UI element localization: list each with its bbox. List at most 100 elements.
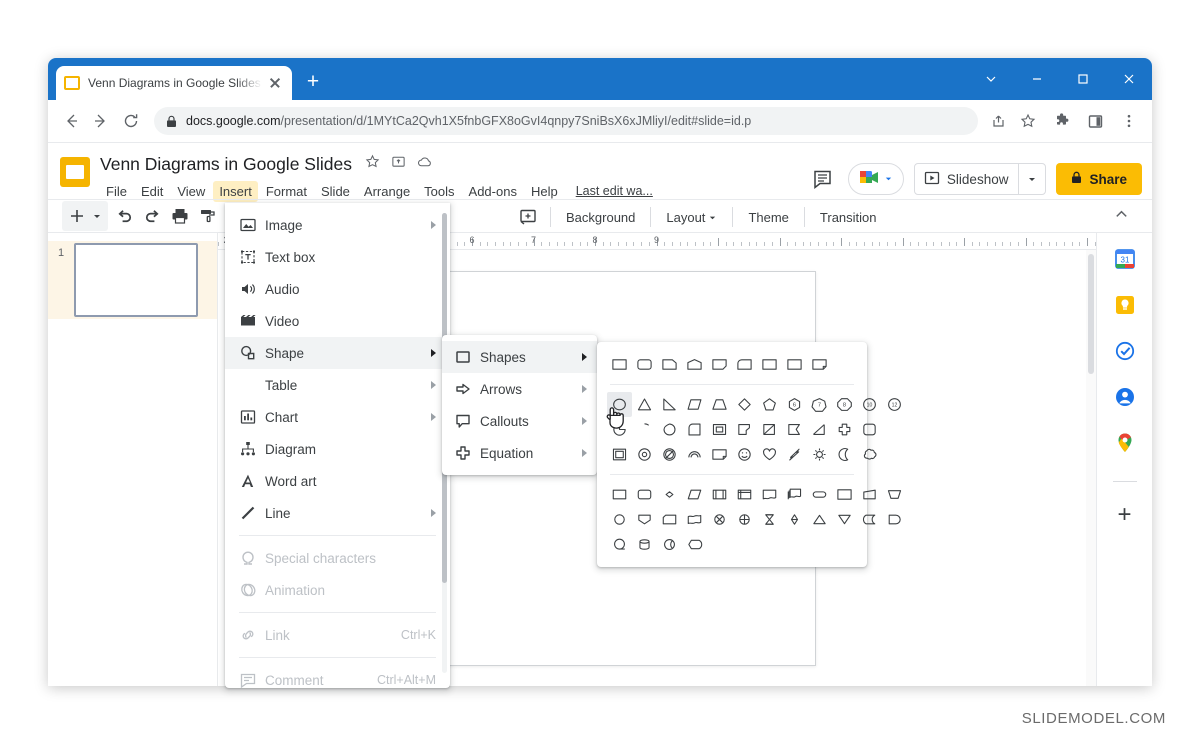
shape-parallelogram-icon[interactable] (682, 392, 707, 417)
shape-flowchart-process-icon[interactable] (607, 482, 632, 507)
shape-flowchart-sequential-access-storage-icon[interactable] (607, 532, 632, 557)
star-icon[interactable] (1014, 107, 1042, 135)
maximize-icon[interactable] (1060, 58, 1106, 100)
shape-diagonal-stripe-icon[interactable] (757, 417, 782, 442)
shape-trapezoid-icon[interactable] (707, 392, 732, 417)
close-icon[interactable] (1106, 58, 1152, 100)
shape-flowchart-sort-icon[interactable] (782, 507, 807, 532)
shape-submenu-item-shapes[interactable]: Shapes (442, 341, 597, 373)
shape-flowchart-display-icon[interactable] (682, 532, 707, 557)
shape-flowchart-magnetic-disk-icon[interactable] (632, 532, 657, 557)
shape-flowchart-direct-access-storage-icon[interactable] (657, 532, 682, 557)
browser-tab[interactable]: Venn Diagrams in Google Slides (56, 66, 292, 100)
shape-flowchart-preparation-icon[interactable] (782, 352, 807, 377)
comment-history-icon[interactable] (812, 168, 834, 190)
shape-plaque-icon[interactable] (807, 417, 832, 442)
shape-chord-icon[interactable] (632, 417, 657, 442)
theme-button[interactable]: Theme (743, 207, 793, 228)
insert-menu-item-shape[interactable]: Shape (225, 337, 450, 369)
shape-lightning-bolt-icon[interactable] (782, 442, 807, 467)
shape-hexagon-icon[interactable]: 6 (782, 392, 807, 417)
shape-flowchart-preparation-icon[interactable] (832, 482, 857, 507)
address-bar[interactable]: docs.google.com/presentation/d/1MYtCa2Qv… (154, 107, 978, 135)
share-button[interactable]: Share (1056, 163, 1142, 195)
shape-no-symbol-icon[interactable] (657, 442, 682, 467)
shape-folded-corner-icon[interactable] (707, 442, 732, 467)
cloud-saved-icon[interactable] (417, 154, 433, 174)
shape-triangle-icon[interactable] (632, 392, 657, 417)
shape-flowchart-or-icon[interactable] (732, 507, 757, 532)
insert-menu-item-audio[interactable]: Audio (225, 273, 450, 305)
shape-submenu-item-arrows[interactable]: Arrows (442, 373, 597, 405)
insert-menu-item-image[interactable]: Image (225, 209, 450, 241)
insert-menu-item-video[interactable]: Video (225, 305, 450, 337)
shape-snip-single-corner-rectangle-icon[interactable] (657, 352, 682, 377)
shape-flowchart-card-icon[interactable] (657, 507, 682, 532)
shape-flowchart-extract-icon[interactable] (807, 507, 832, 532)
insert-menu-item-chart[interactable]: Chart (225, 401, 450, 433)
shape-flowchart-off-page-connector-icon[interactable] (632, 507, 657, 532)
shape-flowchart-multidocument-icon[interactable] (782, 482, 807, 507)
redo-icon[interactable] (140, 204, 164, 228)
new-slide-button[interactable] (62, 201, 108, 231)
shape-sun-icon[interactable] (807, 442, 832, 467)
shape-donut-icon[interactable] (632, 442, 657, 467)
shape-round-single-corner-rectangle-icon[interactable] (732, 352, 757, 377)
shape-frame-icon[interactable] (682, 417, 707, 442)
chevron-down-icon[interactable] (968, 58, 1014, 100)
shape-flowchart-punched-tape-icon[interactable] (682, 507, 707, 532)
shape-flowchart-merge-icon[interactable] (832, 507, 857, 532)
shape-block-arc-icon[interactable] (682, 442, 707, 467)
shape-snip-diagonal-corner-rectangle-icon[interactable] (707, 352, 732, 377)
minimize-icon[interactable] (1014, 58, 1060, 100)
close-icon[interactable] (266, 74, 284, 92)
google-keep-icon[interactable] (1113, 293, 1137, 317)
shape-flowchart-collate-icon[interactable] (757, 507, 782, 532)
shape-flowchart-connector-icon[interactable] (607, 507, 632, 532)
shape-rectangle-icon[interactable] (607, 352, 632, 377)
shape-cloud-icon[interactable] (857, 442, 882, 467)
insert-menu-item-text-box[interactable]: Text box (225, 241, 450, 273)
shape-moon-icon[interactable] (832, 442, 857, 467)
shape-submenu-item-equation[interactable]: Equation (442, 437, 597, 469)
layout-button[interactable]: Layout (661, 207, 722, 228)
shape-flowchart-predefined-process-icon[interactable] (707, 482, 732, 507)
shape-pentagon-home-icon[interactable] (682, 352, 707, 377)
transition-button[interactable]: Transition (815, 207, 882, 228)
document-title[interactable]: Venn Diagrams in Google Slides (100, 154, 352, 175)
canvas-scrollbar[interactable] (1086, 250, 1096, 686)
share-icon[interactable] (984, 107, 1012, 135)
shape-l-shape-icon[interactable] (732, 417, 757, 442)
filmstrip-slide-1[interactable]: 1 (48, 241, 217, 319)
star-icon[interactable] (365, 154, 380, 174)
google-meet-button[interactable] (847, 163, 904, 195)
shape-flowchart-manual-input-icon[interactable] (857, 482, 882, 507)
more-menu-icon[interactable] (1114, 106, 1144, 136)
shape-teardrop-icon[interactable] (657, 417, 682, 442)
last-edit-link[interactable]: Last edit wa... (576, 184, 653, 198)
slideshow-button[interactable]: Slideshow (913, 163, 1047, 195)
undo-icon[interactable] (112, 204, 136, 228)
shape-octagon-icon[interactable]: 8 (832, 392, 857, 417)
shape-decagon-icon[interactable]: 10 (857, 392, 882, 417)
forward-arrow-icon[interactable] (86, 106, 116, 136)
shape-pie-icon[interactable] (607, 417, 632, 442)
shape-heart-icon[interactable] (757, 442, 782, 467)
shape-can-icon[interactable] (832, 417, 857, 442)
shape-folded-corner-icon[interactable] (807, 352, 832, 377)
shape-rounded-rectangle-icon[interactable] (632, 352, 657, 377)
shape-heptagon-icon[interactable]: 7 (807, 392, 832, 417)
side-panel-icon[interactable] (1080, 106, 1110, 136)
shape-flowchart-manual-operation-icon[interactable] (882, 482, 907, 507)
shape-smiley-face-icon[interactable] (732, 442, 757, 467)
scrollbar-thumb[interactable] (1088, 254, 1094, 374)
shape-bevel-icon[interactable] (607, 442, 632, 467)
insert-menu-item-word-art[interactable]: Word art (225, 465, 450, 497)
shape-flowchart-data-icon[interactable] (682, 482, 707, 507)
shape-cross-icon[interactable] (782, 417, 807, 442)
background-button[interactable]: Background (561, 207, 640, 228)
insert-menu-item-table[interactable]: Table (225, 369, 450, 401)
add-app-button[interactable]: + (1117, 503, 1131, 527)
shape-submenu-item-callouts[interactable]: Callouts (442, 405, 597, 437)
slideshow-main[interactable]: Slideshow (915, 170, 1019, 189)
